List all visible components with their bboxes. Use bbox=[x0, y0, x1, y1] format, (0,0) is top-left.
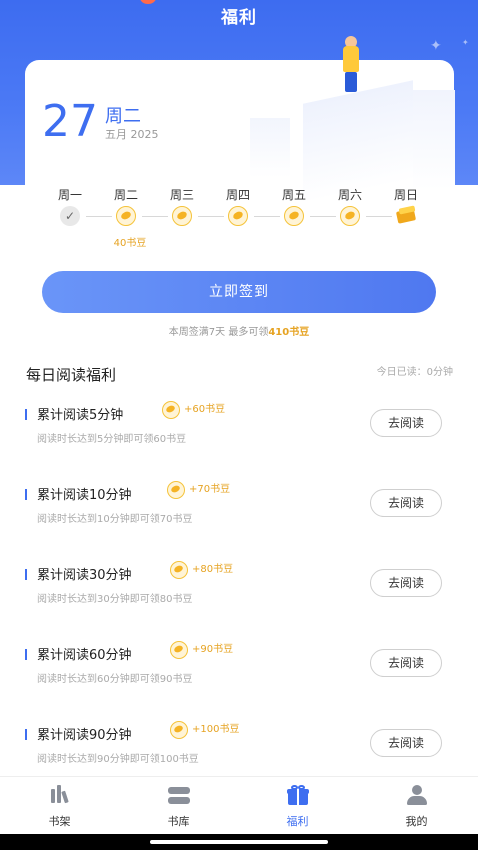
reading-task: 累计阅读10分钟 +70书豆 阅读时长达到10分钟即可领70书豆 去阅读 bbox=[0, 479, 478, 559]
day-label-sat: 周六 bbox=[337, 188, 362, 202]
day-label-thu: 周四 bbox=[225, 188, 250, 202]
section-title: 每日阅读福利 bbox=[26, 366, 117, 384]
go-read-button[interactable]: 去阅读 bbox=[370, 409, 442, 437]
nav-item-bookshelf[interactable]: 书架 bbox=[0, 777, 119, 835]
bookshelf-icon bbox=[49, 785, 71, 805]
sparkle-icon: ✦ bbox=[430, 38, 442, 54]
task-desc: 阅读时长达到10分钟即可领70书豆 bbox=[37, 514, 193, 525]
bean-coin-icon bbox=[340, 206, 360, 226]
nav-label: 我的 bbox=[405, 815, 428, 828]
gift-icon bbox=[287, 785, 309, 805]
bean-coin-icon bbox=[116, 206, 136, 226]
nav-item-profile[interactable]: 我的 bbox=[357, 777, 476, 835]
nav-item-welfare[interactable]: 福利 bbox=[238, 777, 357, 835]
task-name: 累计阅读60分钟 bbox=[37, 648, 132, 663]
welfare-page: 福利 ✦ ✦ 27 周二 五月 2025 周一 周二 周三 周四 周五 周六 周… bbox=[0, 0, 478, 850]
day-label-fri: 周五 bbox=[281, 188, 306, 202]
day-number: 27 bbox=[42, 96, 98, 147]
today-reward-label: 40书豆 bbox=[113, 238, 147, 249]
nav-label: 福利 bbox=[286, 815, 309, 828]
signin-note: 本周签满7天 最多可领410书豆 bbox=[168, 327, 310, 338]
task-desc: 阅读时长达到90分钟即可领100书豆 bbox=[37, 754, 199, 765]
bean-coin-icon bbox=[167, 481, 185, 499]
task-reward: +70书豆 bbox=[167, 481, 230, 499]
today-read-time: 今日已读：0分钟 bbox=[376, 367, 453, 378]
bean-coin-icon bbox=[170, 641, 188, 659]
month-year-label: 五月 2025 bbox=[105, 128, 159, 141]
bottom-nav: 书架 书库 福利 我的 bbox=[0, 776, 478, 834]
bean-coin-icon bbox=[228, 206, 248, 226]
task-reward: +90书豆 bbox=[170, 641, 233, 659]
system-home-bar bbox=[0, 834, 478, 850]
task-name: 累计阅读5分钟 bbox=[37, 408, 124, 423]
bean-coin-icon bbox=[284, 206, 304, 226]
task-desc: 阅读时长达到60分钟即可领90书豆 bbox=[37, 674, 193, 685]
day-label-mon: 周一 bbox=[57, 188, 82, 202]
task-reward: +60书豆 bbox=[162, 401, 225, 419]
task-name: 累计阅读30分钟 bbox=[37, 568, 132, 583]
task-name: 累计阅读90分钟 bbox=[37, 728, 132, 743]
go-read-button[interactable]: 去阅读 bbox=[370, 569, 442, 597]
nav-item-library[interactable]: 书库 bbox=[119, 777, 238, 835]
task-desc: 阅读时长达到5分钟即可领60书豆 bbox=[37, 434, 187, 445]
go-read-button[interactable]: 去阅读 bbox=[370, 489, 442, 517]
bean-coin-icon bbox=[162, 401, 180, 419]
bean-coin-icon bbox=[172, 206, 192, 226]
treasure-chest-icon bbox=[395, 205, 417, 226]
home-indicator[interactable] bbox=[150, 840, 328, 844]
task-reward: +100书豆 bbox=[170, 721, 239, 739]
page-title: 福利 bbox=[221, 8, 257, 28]
task-desc: 阅读时长达到30分钟即可领80书豆 bbox=[37, 594, 193, 605]
reading-task: 累计阅读60分钟 +90书豆 阅读时长达到60分钟即可领90书豆 去阅读 bbox=[0, 639, 478, 719]
day-label-sun: 周日 bbox=[393, 188, 418, 202]
profile-icon bbox=[406, 785, 428, 805]
library-icon bbox=[168, 785, 190, 805]
week-checkin-row: 周一 周二 周三 周四 周五 周六 周日 ✓ 40书豆 bbox=[42, 186, 438, 249]
go-read-button[interactable]: 去阅读 bbox=[370, 649, 442, 677]
sparkle-icon: ✦ bbox=[462, 38, 469, 47]
signin-button[interactable]: 立即签到 bbox=[42, 271, 436, 313]
nav-label: 书架 bbox=[48, 815, 71, 828]
reading-task: 累计阅读5分钟 +60书豆 阅读时长达到5分钟即可领60书豆 去阅读 bbox=[0, 399, 478, 479]
reading-task: 累计阅读30分钟 +80书豆 阅读时长达到30分钟即可领80书豆 去阅读 bbox=[0, 559, 478, 639]
bean-coin-icon bbox=[170, 721, 188, 739]
weekday-label: 周二 bbox=[105, 106, 141, 127]
bean-coin-icon bbox=[170, 561, 188, 579]
task-name: 累计阅读10分钟 bbox=[37, 488, 132, 503]
day-label-wed: 周三 bbox=[169, 188, 194, 202]
day-label-tue: 周二 bbox=[113, 188, 138, 202]
nav-label: 书库 bbox=[167, 815, 190, 828]
checkmark-icon: ✓ bbox=[60, 206, 80, 226]
go-read-button[interactable]: 去阅读 bbox=[370, 729, 442, 757]
task-reward: +80书豆 bbox=[170, 561, 233, 579]
